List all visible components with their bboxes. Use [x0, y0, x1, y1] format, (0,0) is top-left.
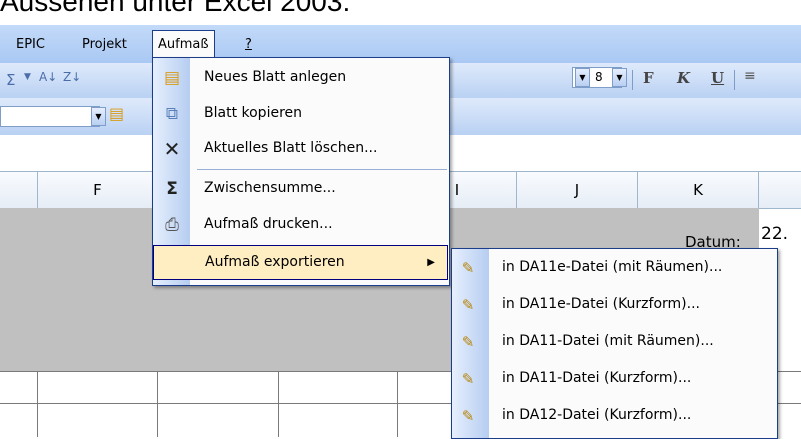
sort-descending-icon[interactable]: Z↓	[63, 70, 81, 84]
page-caption: Aussehen unter Excel 2003:	[0, 0, 351, 17]
menu-help[interactable]: ?	[240, 34, 257, 56]
export-file-icon: ✎	[461, 407, 475, 425]
menu-item-neues-blatt[interactable]: ▤ Neues Blatt anlegen	[153, 60, 449, 95]
font-size-dropdown-arrow-left[interactable]: ▼	[575, 68, 590, 87]
menu-item-aufmass-exportieren[interactable]: Aufmaß exportieren ▶	[153, 245, 448, 280]
menu-aufmass-label: Aufmaß	[158, 37, 209, 52]
export-file-icon: ✎	[461, 259, 475, 277]
column-header-e[interactable]	[0, 172, 38, 208]
export-file-icon: ✎	[461, 370, 475, 388]
grid-line	[397, 372, 398, 437]
bold-button[interactable]: F	[643, 69, 654, 87]
submenu-item-label: in DA12-Datei (Kurzform)...	[502, 407, 692, 423]
menu-projekt[interactable]: Projekt	[77, 34, 132, 56]
submenu-arrow-icon: ▶	[427, 257, 435, 268]
submenu-item-label: in DA11e-Datei (mit Räumen)...	[502, 259, 723, 275]
italic-button[interactable]: K	[677, 69, 690, 87]
menu-item-label: Neues Blatt anlegen	[204, 69, 347, 85]
sigma-icon: Σ	[166, 179, 178, 199]
menu-item-blatt-loeschen[interactable]: ✕ Aktuelles Blatt löschen...	[153, 131, 449, 166]
export-submenu: ✎ in DA11e-Datei (mit Räumen)... ✎ in DA…	[451, 248, 778, 439]
export-file-icon: ✎	[461, 296, 475, 314]
autosum-dropdown-icon[interactable]: ▼	[24, 72, 31, 82]
column-label: J	[574, 181, 580, 199]
menu-item-zwischensumme[interactable]: Σ Zwischensumme...	[153, 171, 449, 206]
name-box[interactable]	[0, 106, 100, 127]
new-sheet-icon: ▤	[163, 68, 181, 88]
submenu-item-da11-mit-raeumen[interactable]: ✎ in DA11-Datei (mit Räumen)...	[452, 324, 777, 359]
submenu-item-label: in DA11e-Datei (Kurzform)...	[502, 296, 700, 312]
aufmass-menu: ▤ Neues Blatt anlegen ⧉ Blatt kopieren ✕…	[152, 57, 450, 286]
underline-button[interactable]: U	[711, 69, 724, 87]
menu-aufmass[interactable]: Aufmaß	[152, 30, 215, 58]
column-header-k[interactable]: K	[638, 172, 759, 208]
submenu-item-label: in DA11-Datei (mit Räumen)...	[502, 333, 714, 349]
column-header-j[interactable]: J	[517, 172, 638, 208]
copy-sheet-icon: ⧉	[165, 104, 179, 124]
name-box-dropdown-icon[interactable]: ▼	[91, 107, 106, 126]
menu-epic-label: EPIC	[16, 37, 45, 52]
sort-ascending-icon[interactable]: A↓	[39, 70, 57, 84]
align-left-icon[interactable]: ≡	[744, 68, 756, 84]
submenu-item-da12-kurzform[interactable]: ✎ in DA12-Datei (Kurzform)...	[452, 398, 777, 433]
column-label: F	[93, 181, 102, 199]
submenu-item-da11e-mit-raeumen[interactable]: ✎ in DA11e-Datei (mit Räumen)...	[452, 250, 777, 285]
menu-separator	[197, 169, 447, 170]
printer-icon: ⎙	[165, 215, 179, 235]
submenu-item-label: in DA11-Datei (Kurzform)...	[502, 370, 692, 386]
submenu-item-da11e-kurzform[interactable]: ✎ in DA11e-Datei (Kurzform)...	[452, 287, 777, 322]
submenu-item-da11-kurzform[interactable]: ✎ in DA11-Datei (Kurzform)...	[452, 361, 777, 396]
menu-projekt-label: Projekt	[82, 37, 127, 52]
grid-line	[278, 372, 279, 437]
toolbar-separator	[632, 70, 633, 90]
column-header-f[interactable]: F	[38, 172, 158, 208]
new-sheet-toolbar-icon[interactable]: ▤	[109, 104, 124, 123]
delete-icon: ✕	[163, 137, 181, 161]
menu-item-label: Aufmaß drucken...	[204, 216, 333, 232]
menu-item-label: Aufmaß exportieren	[205, 254, 345, 270]
menu-item-aufmass-drucken[interactable]: ⎙ Aufmaß drucken...	[153, 207, 449, 242]
menu-item-label: Zwischensumme...	[204, 180, 336, 196]
menu-item-label: Aktuelles Blatt löschen...	[204, 140, 378, 156]
autosum-icon[interactable]: Σ	[6, 71, 15, 89]
export-file-icon: ✎	[461, 333, 475, 351]
column-label: K	[693, 181, 703, 199]
menu-item-label: Blatt kopieren	[204, 105, 302, 121]
menu-epic[interactable]: EPIC	[11, 34, 50, 56]
menu-item-blatt-kopieren[interactable]: ⧉ Blatt kopieren	[153, 96, 449, 131]
menu-help-label: ?	[245, 37, 252, 52]
font-size-dropdown-icon[interactable]: ▼	[612, 68, 627, 87]
toolbar-separator	[734, 70, 735, 90]
column-label: I	[454, 181, 460, 199]
grid-line	[157, 372, 158, 437]
grid-line	[37, 372, 38, 437]
datum-value: 22.	[761, 224, 789, 244]
